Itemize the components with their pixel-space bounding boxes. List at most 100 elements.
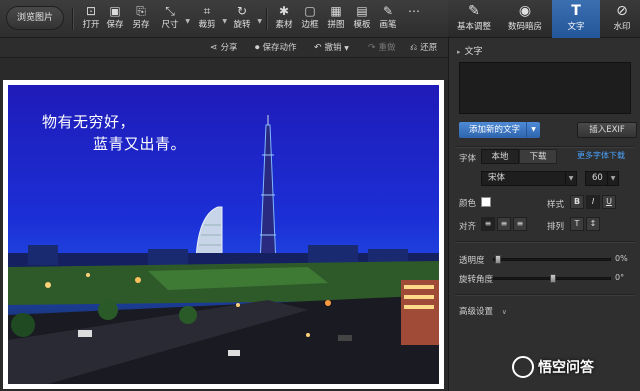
- chevron-down-icon[interactable]: ▼: [185, 18, 190, 25]
- align-label: 对齐: [459, 222, 477, 232]
- align-center-icon[interactable]: ≡: [497, 217, 511, 231]
- redo-icon: ↷: [368, 43, 376, 53]
- chevron-down-icon: ∨: [501, 308, 507, 316]
- material-button[interactable]: ✱ 素材: [271, 4, 297, 34]
- align-right-icon[interactable]: ≡: [513, 217, 527, 231]
- browse-images-button[interactable]: 浏览图片: [6, 6, 64, 30]
- rotation-value: 0°: [615, 273, 625, 282]
- main-toolbar: 浏览图片 ⊡ 打开 ▣ 保存 ⎘ 另存 ⤡ 尺寸 ▼ ⌗ 裁剪 ▼ ↻ 旋转 ▼: [0, 0, 448, 38]
- text-input-area[interactable]: [459, 62, 631, 114]
- chevron-down-icon[interactable]: ▼: [526, 122, 540, 138]
- city-night-photo[interactable]: 物有无穷好， 蓝青又出青。: [8, 85, 439, 384]
- divider: [455, 146, 635, 147]
- toolbar-divider: [266, 8, 267, 30]
- font-local-tab[interactable]: 本地: [481, 149, 519, 164]
- opacity-slider-track[interactable]: [493, 258, 611, 261]
- more-fonts-link[interactable]: 更多字体下载: [577, 150, 625, 161]
- rotation-slider-handle[interactable]: [550, 274, 556, 283]
- underline-button[interactable]: U: [602, 195, 616, 209]
- text-settings-panel: ▸ 文字 添加新的文字 ▼ 插入EXIF 字体 本地 下载 更多字体下载 宋体 ▼…: [448, 38, 640, 391]
- divider: [455, 294, 635, 295]
- vertical-text-icon[interactable]: ↕: [586, 217, 600, 231]
- bold-button[interactable]: B: [570, 195, 584, 209]
- advanced-settings-toggle[interactable]: 高级设置 ∨: [459, 305, 507, 317]
- crop-button[interactable]: ⌗ 裁剪 ▼: [194, 4, 227, 34]
- image-canvas[interactable]: 物有无穷好， 蓝青又出青。: [0, 58, 448, 391]
- resize-button[interactable]: ⤡ 尺寸 ▼: [157, 4, 190, 34]
- style-label: 样式: [547, 200, 565, 210]
- action-bar: ⋖ 分享 ⏺ 保存动作 ↶ 撤销 ▼ ↷ 重做 ⎌ 还原: [0, 38, 448, 58]
- text-color-swatch[interactable]: [481, 197, 491, 207]
- tab-watermark[interactable]: ⊘ 水印: [606, 0, 638, 38]
- redo-button[interactable]: ↷ 重做: [368, 41, 396, 55]
- overlay-text-line-1[interactable]: 物有无穷好，: [42, 111, 135, 132]
- share-icon: ⋖: [210, 43, 218, 53]
- more-tools-button[interactable]: ⋯: [401, 4, 427, 34]
- resize-icon: ⤡: [165, 4, 175, 18]
- add-text-button[interactable]: 添加新的文字 ▼: [459, 122, 540, 138]
- opacity-slider-handle[interactable]: [495, 255, 501, 264]
- font-family-select[interactable]: 宋体 ▼: [481, 171, 577, 186]
- chevron-down-icon[interactable]: ▼: [607, 172, 618, 185]
- color-label: 颜色: [459, 199, 477, 209]
- save-icon: ▣: [109, 4, 121, 18]
- opacity-label: 透明度: [459, 256, 485, 266]
- photo-frame: 物有无穷好， 蓝青又出青。: [3, 80, 444, 389]
- more-icon: ⋯: [408, 4, 420, 18]
- chevron-down-icon[interactable]: ▼: [257, 18, 262, 25]
- collage-button[interactable]: ▦ 拼图: [323, 4, 349, 34]
- font-label: 字体: [459, 154, 477, 164]
- panel-tab-bar: ✎ 基本调整 ◉ 数码暗房 T 文字 ⊘ 水印: [448, 0, 640, 38]
- tab-text[interactable]: T 文字: [552, 0, 600, 38]
- template-button[interactable]: ▤ 模板: [349, 4, 375, 34]
- brush-icon: ✎: [382, 4, 394, 18]
- collage-icon: ▦: [330, 4, 342, 18]
- watermark-icon: ⊘: [616, 3, 628, 19]
- arrange-label: 排列: [547, 222, 565, 232]
- chevron-right-icon: ▸: [457, 48, 461, 56]
- open-icon: ⊡: [85, 4, 97, 18]
- rotate-button[interactable]: ↻ 旋转 ▼: [229, 4, 262, 34]
- chat-bubble-icon: [512, 356, 534, 378]
- save-button[interactable]: ▣ 保存: [102, 4, 128, 34]
- rotate-icon: ↻: [236, 4, 248, 18]
- font-download-tab[interactable]: 下载: [519, 149, 557, 164]
- align-left-icon[interactable]: ≡: [481, 217, 495, 231]
- adjust-icon: ✎: [468, 3, 480, 19]
- toolbar-divider: [72, 8, 73, 30]
- border-icon: ▢: [304, 4, 316, 18]
- template-icon: ▤: [356, 4, 368, 18]
- save-as-icon: ⎘: [136, 4, 146, 18]
- border-button[interactable]: ▢ 边框: [297, 4, 323, 34]
- text-icon: T: [571, 3, 581, 19]
- site-watermark: 悟空问答: [512, 356, 594, 380]
- material-icon: ✱: [278, 4, 290, 18]
- divider: [455, 241, 635, 242]
- insert-exif-button[interactable]: 插入EXIF: [577, 122, 637, 138]
- tab-basic-adjust[interactable]: ✎ 基本调整: [452, 0, 496, 38]
- crop-icon: ⌗: [203, 4, 211, 18]
- photo-editor-window: 浏览图片 ⊡ 打开 ▣ 保存 ⎘ 另存 ⤡ 尺寸 ▼ ⌗ 裁剪 ▼ ↻ 旋转 ▼: [0, 0, 640, 391]
- share-button[interactable]: ⋖ 分享: [210, 41, 238, 55]
- tab-digital-darkroom[interactable]: ◉ 数码暗房: [500, 0, 550, 38]
- chevron-down-icon[interactable]: ▼: [344, 45, 349, 52]
- save-as-button[interactable]: ⎘ 另存: [128, 4, 154, 34]
- darkroom-icon: ◉: [518, 3, 532, 19]
- brush-button[interactable]: ✎ 画笔: [375, 4, 401, 34]
- rotation-label: 旋转角度: [459, 275, 494, 285]
- save-action-button[interactable]: ⏺ 保存动作: [255, 41, 297, 55]
- restore-button[interactable]: ⎌ 还原: [410, 41, 437, 55]
- undo-icon: ↶: [314, 43, 322, 53]
- font-size-select[interactable]: 60 ▼: [585, 171, 619, 186]
- chevron-down-icon[interactable]: ▼: [565, 172, 576, 185]
- undo-button[interactable]: ↶ 撤销 ▼: [314, 41, 349, 55]
- italic-button[interactable]: I: [586, 195, 600, 209]
- restore-icon: ⎌: [410, 43, 418, 53]
- record-icon: ⏺: [255, 43, 260, 53]
- chevron-down-icon[interactable]: ▼: [222, 18, 227, 25]
- opacity-value: 0%: [615, 254, 628, 263]
- overlay-text-line-2[interactable]: 蓝青又出青。: [93, 133, 186, 154]
- horizontal-text-icon[interactable]: T: [570, 217, 584, 231]
- open-button[interactable]: ⊡ 打开: [78, 4, 104, 34]
- panel-section-header[interactable]: ▸ 文字: [457, 44, 483, 57]
